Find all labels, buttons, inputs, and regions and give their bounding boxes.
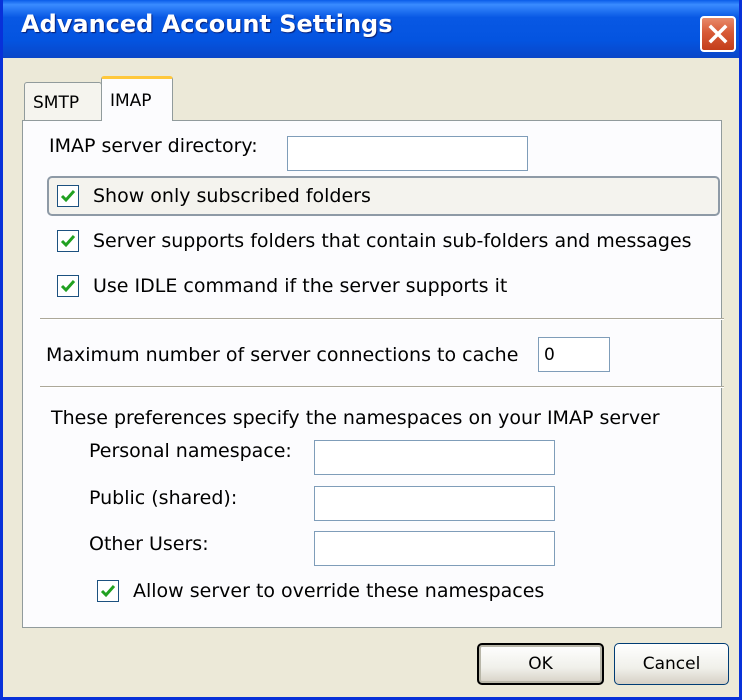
divider — [40, 386, 724, 388]
divider — [40, 318, 724, 320]
allow-override-checkbox[interactable] — [97, 580, 119, 602]
idle-checkbox-row[interactable]: Use IDLE command if the server supports … — [57, 275, 507, 297]
subfolders-checkbox[interactable] — [57, 230, 79, 252]
checkmark-icon — [100, 585, 116, 598]
ok-button-label: OK — [528, 654, 553, 674]
close-icon — [708, 24, 728, 44]
tab-smtp-label: SMTP — [33, 93, 80, 113]
idle-checkbox[interactable] — [57, 275, 79, 297]
checkmark-icon — [60, 280, 76, 293]
advanced-account-settings-dialog: Advanced Account Settings SMTP IMAP IMAP… — [0, 0, 742, 700]
other-users-label: Other Users: — [89, 533, 209, 555]
max-connections-label: Maximum number of server connections to … — [46, 344, 519, 366]
cancel-button[interactable]: Cancel — [614, 643, 729, 685]
allow-override-label: Allow server to override these namespace… — [133, 580, 545, 602]
other-users-input[interactable] — [314, 531, 555, 566]
tab-imap[interactable]: IMAP — [101, 76, 173, 121]
personal-namespace-label: Personal namespace: — [89, 440, 292, 462]
public-shared-input[interactable] — [314, 486, 555, 521]
checkmark-icon — [60, 235, 76, 248]
close-button[interactable] — [700, 16, 736, 52]
subfolders-checkbox-row[interactable]: Server supports folders that contain sub… — [57, 230, 692, 252]
public-shared-label: Public (shared): — [89, 487, 238, 509]
tab-imap-label: IMAP — [110, 91, 152, 111]
checkmark-icon — [60, 190, 76, 203]
allow-override-checkbox-row[interactable]: Allow server to override these namespace… — [97, 580, 544, 602]
namespaces-intro-text: These preferences specify the namespaces… — [51, 407, 660, 429]
window-title: Advanced Account Settings — [21, 10, 393, 38]
personal-namespace-input[interactable] — [314, 440, 555, 475]
idle-label: Use IDLE command if the server supports … — [93, 275, 508, 297]
show-subscribed-checkbox-row[interactable]: Show only subscribed folders — [57, 185, 371, 207]
subfolders-label: Server supports folders that contain sub… — [93, 230, 692, 252]
imap-server-directory-input[interactable] — [287, 136, 528, 171]
show-subscribed-label: Show only subscribed folders — [93, 185, 371, 207]
title-bar[interactable]: Advanced Account Settings — [3, 0, 739, 58]
imap-server-directory-label: IMAP server directory: — [49, 135, 258, 157]
max-connections-input[interactable]: 0 — [538, 337, 610, 372]
ok-button[interactable]: OK — [477, 643, 604, 685]
show-subscribed-checkbox[interactable] — [57, 185, 79, 207]
cancel-button-label: Cancel — [642, 654, 701, 674]
tab-smtp[interactable]: SMTP — [24, 82, 102, 120]
